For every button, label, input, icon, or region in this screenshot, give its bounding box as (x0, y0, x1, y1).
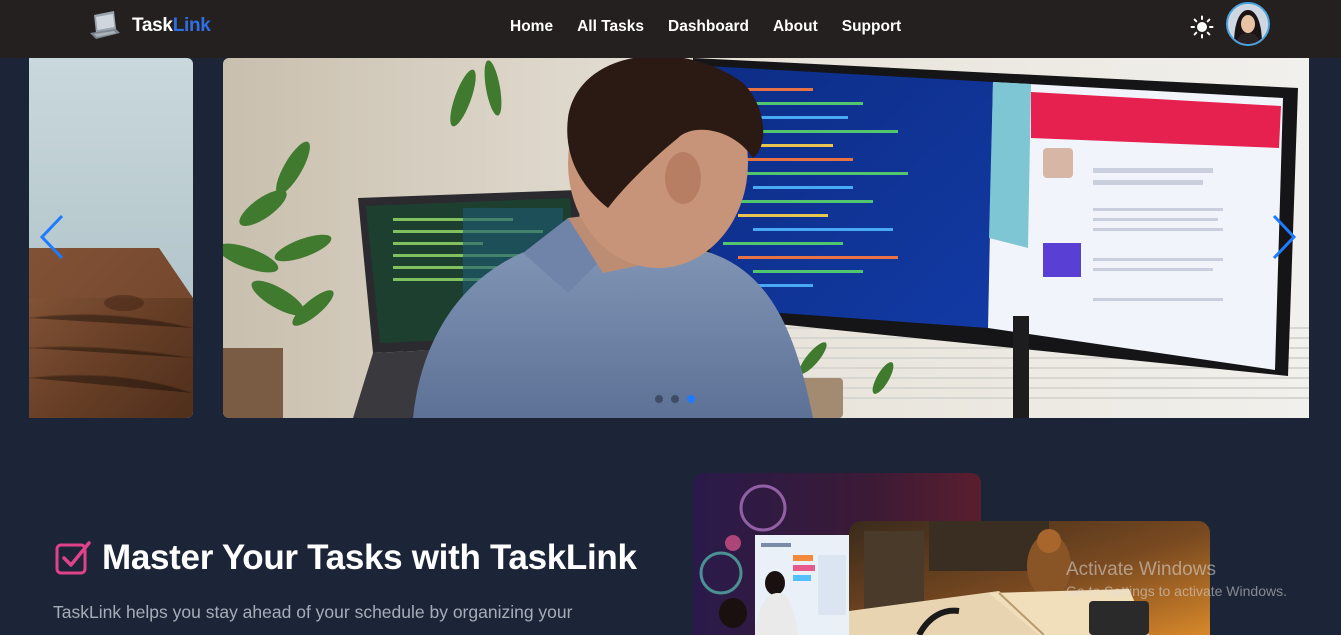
brand-logo[interactable]: TaskLink (88, 9, 211, 43)
avatar-image (1228, 4, 1268, 44)
brand-name: TaskLink (132, 15, 211, 37)
nav-link-support[interactable]: Support (842, 18, 901, 36)
carousel-dot[interactable] (671, 395, 679, 403)
checkbox-checked-icon (55, 541, 91, 575)
developer-photo (223, 58, 1309, 418)
hero-carousel[interactable] (0, 58, 1341, 418)
watermark-subtitle: Go to Settings to activate Windows. (1066, 583, 1287, 599)
nav-link-all-tasks[interactable]: All Tasks (577, 18, 644, 36)
carousel-next-arrow-icon[interactable] (1270, 213, 1298, 261)
watermark-title: Activate Windows (1066, 559, 1216, 580)
hero-description: TaskLink helps you stay ahead of your sc… (53, 602, 573, 622)
windows-activation-watermark: Activate Windows Go to Settings to activ… (1066, 559, 1287, 599)
navbar: TaskLink Home All Tasks Dashboard About … (0, 0, 1341, 58)
brand-name-part2: Link (172, 15, 211, 36)
carousel-dot-active[interactable] (687, 395, 695, 403)
carousel-slide-active[interactable] (223, 58, 1309, 418)
brand-name-part1: Task (132, 15, 173, 36)
laptop-icon (90, 11, 120, 39)
nav-links: Home All Tasks Dashboard About Support (510, 18, 901, 36)
carousel-prev-arrow-icon[interactable] (38, 213, 66, 261)
nav-link-about[interactable]: About (773, 18, 818, 36)
hero-title: Master Your Tasks with TaskLink (102, 538, 637, 577)
carousel-pagination (655, 395, 695, 403)
carousel-dot[interactable] (655, 395, 663, 403)
nav-link-home[interactable]: Home (510, 18, 553, 36)
sun-icon[interactable] (1190, 15, 1214, 39)
hero-heading: Master Your Tasks with TaskLink (54, 538, 637, 578)
nav-link-dashboard[interactable]: Dashboard (668, 18, 749, 36)
user-avatar[interactable] (1226, 2, 1270, 46)
